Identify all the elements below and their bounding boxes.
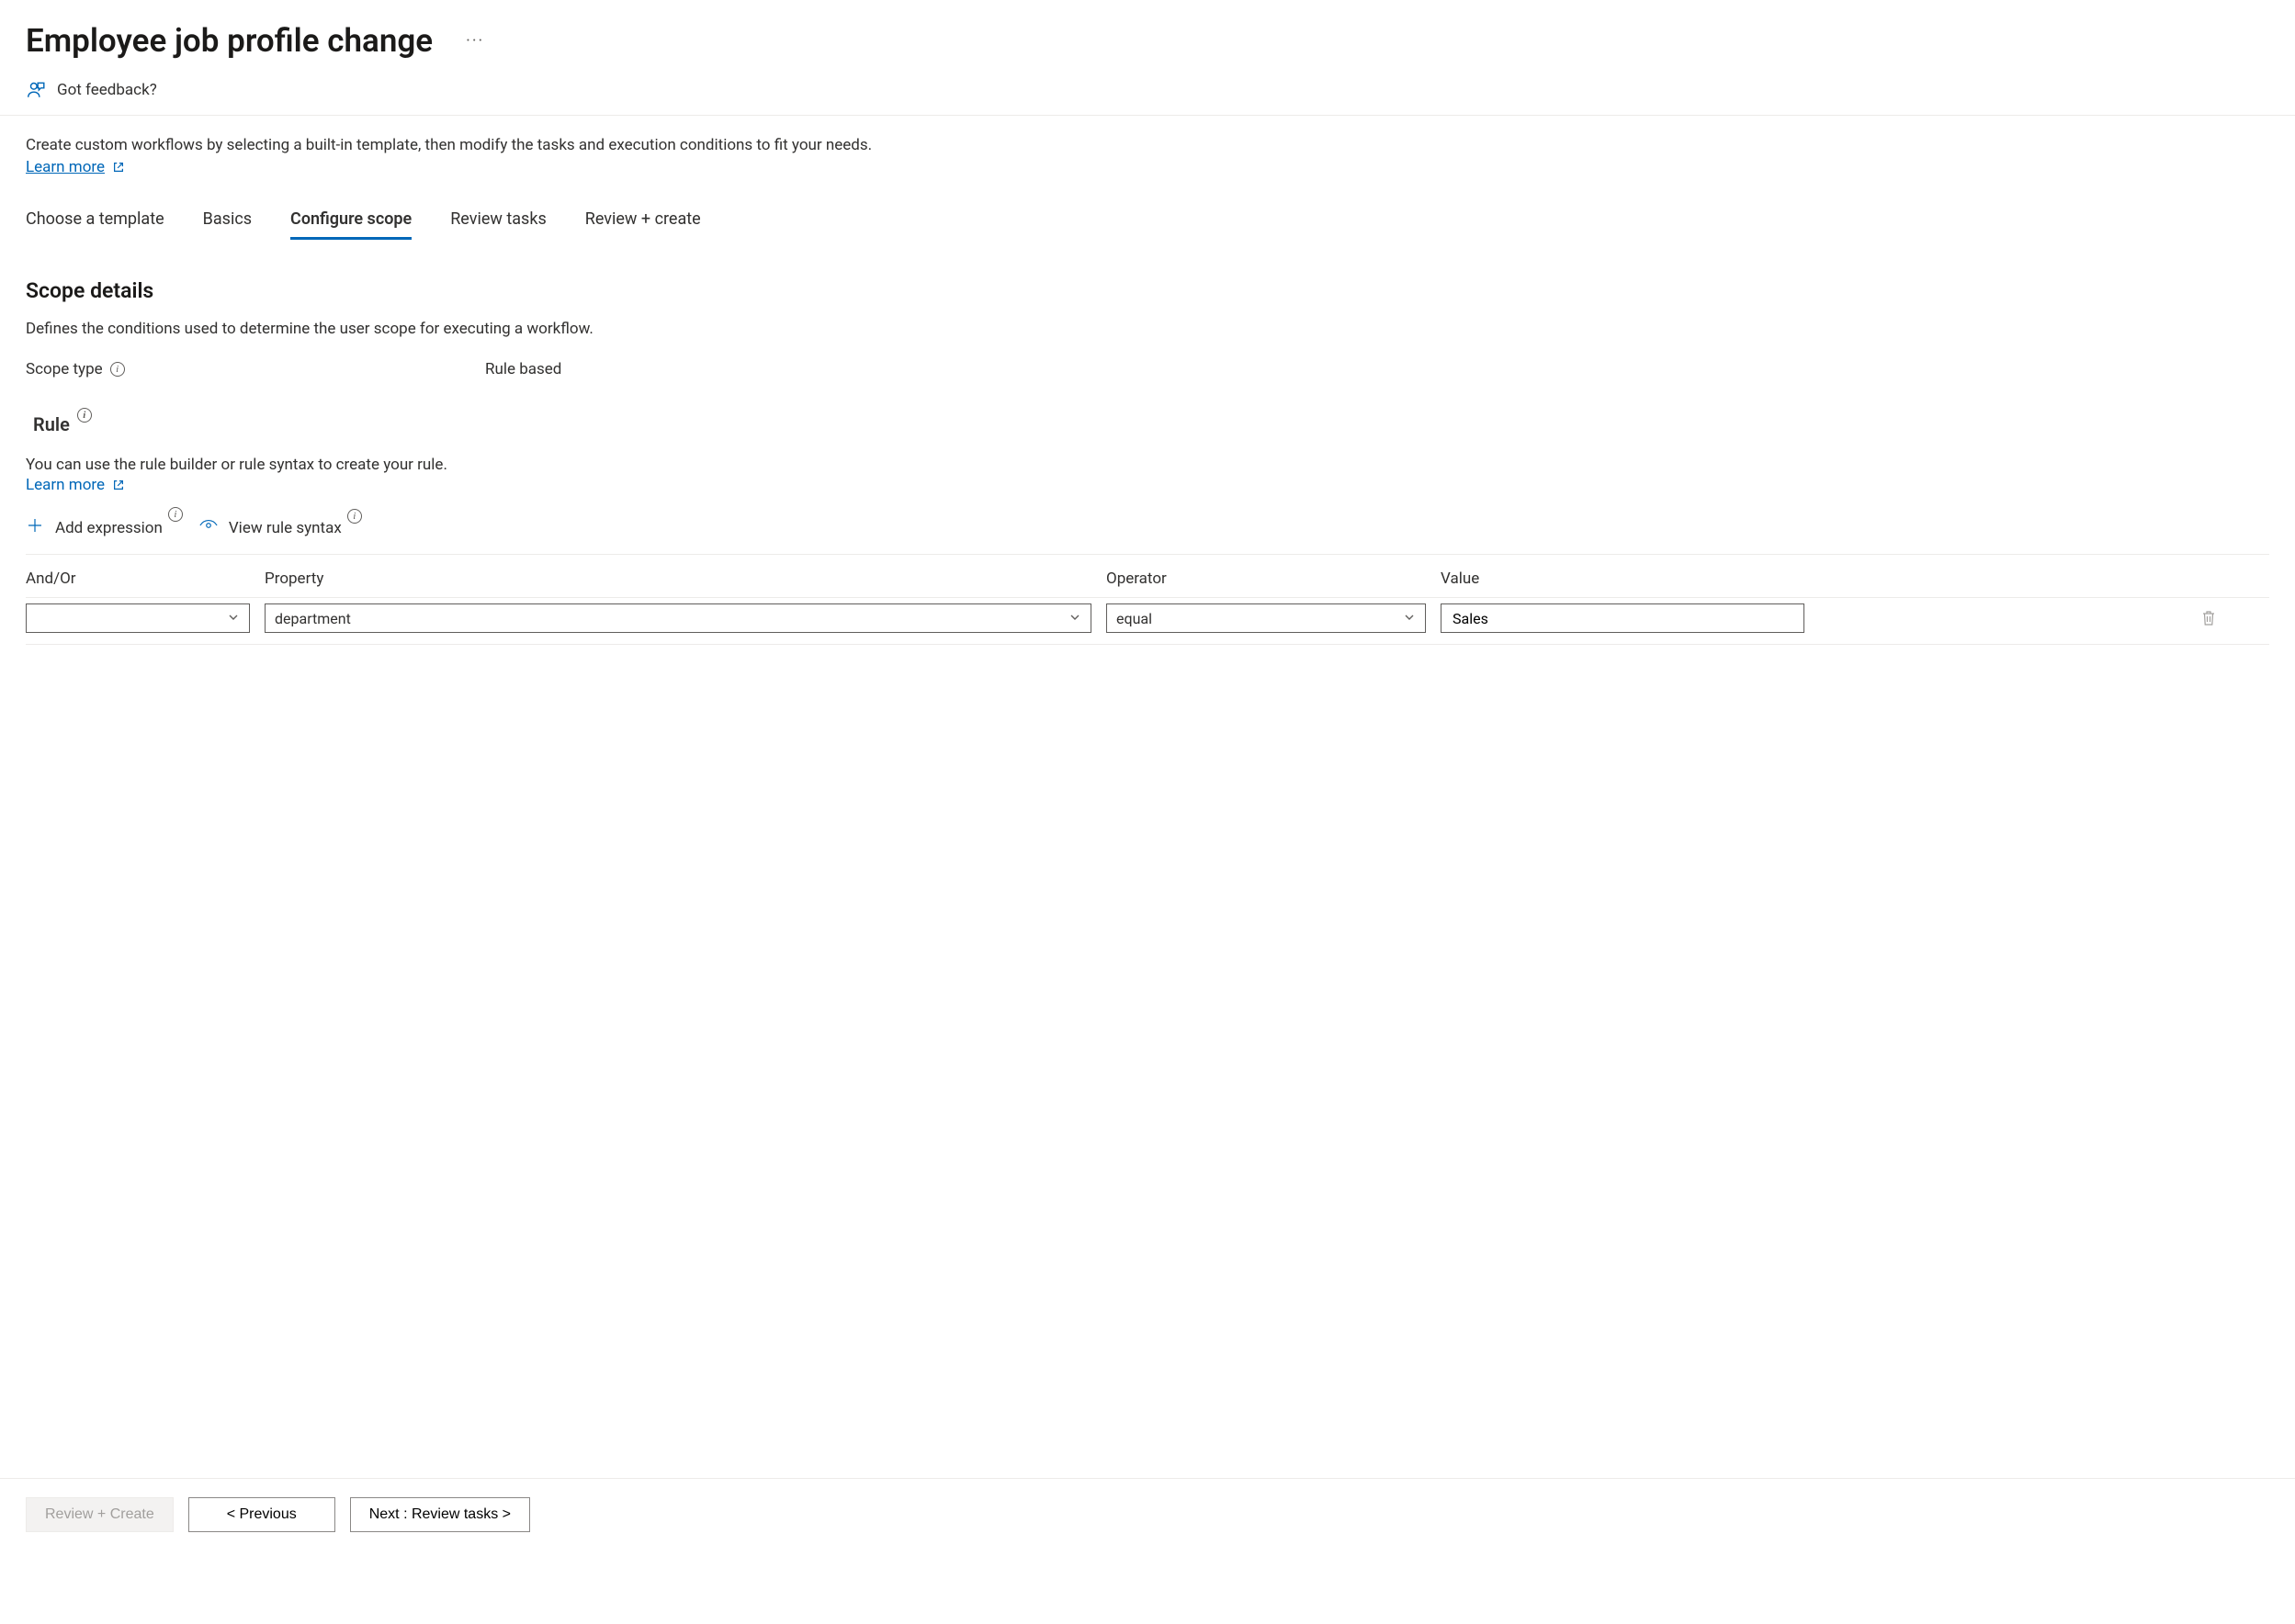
external-link-icon	[112, 161, 125, 174]
col-value: Value	[1441, 570, 2157, 588]
external-link-icon	[112, 479, 125, 491]
add-expression-button[interactable]: Add expression i	[26, 516, 163, 539]
rule-heading-text: Rule	[33, 413, 70, 435]
page-title: Employee job profile change	[26, 22, 433, 60]
value-input-wrapper	[1441, 603, 1804, 633]
trash-icon	[2200, 609, 2217, 627]
col-operator: Operator	[1106, 570, 1426, 588]
value-input[interactable]	[1451, 609, 1794, 628]
page-header: Employee job profile change ···	[0, 0, 2295, 71]
tab-basics[interactable]: Basics	[203, 209, 252, 238]
feedback-person-icon	[26, 80, 46, 100]
rule-grid-header-row: And/Or Property Operator Value	[26, 570, 2269, 597]
info-icon[interactable]: i	[168, 507, 183, 522]
more-actions-icon[interactable]: ···	[466, 31, 484, 51]
scope-type-label: Scope type i	[26, 360, 485, 378]
tab-review-create[interactable]: Review + create	[585, 209, 701, 238]
rule-description: You can use the rule builder or rule syn…	[26, 456, 2269, 474]
plus-icon	[26, 516, 44, 539]
intro-learn-more-label: Learn more	[26, 158, 105, 176]
eye-icon	[199, 518, 218, 537]
info-icon[interactable]: i	[110, 362, 125, 377]
info-icon[interactable]: i	[77, 408, 92, 423]
property-select[interactable]: department	[265, 603, 1091, 633]
chevron-down-icon	[227, 610, 240, 627]
previous-button[interactable]: < Previous	[188, 1497, 335, 1532]
wizard-footer: Review + Create < Previous Next : Review…	[0, 1478, 2295, 1551]
delete-row-button[interactable]	[2172, 609, 2245, 627]
next-button[interactable]: Next : Review tasks >	[350, 1497, 530, 1532]
property-value: department	[275, 610, 351, 627]
feedback-bar: Got feedback?	[0, 71, 2295, 116]
rule-heading: Rule i	[33, 413, 92, 435]
chevron-down-icon	[1403, 610, 1416, 627]
rule-learn-more-link[interactable]: Learn more	[26, 476, 125, 494]
scope-type-label-text: Scope type	[26, 360, 103, 378]
tab-configure-scope[interactable]: Configure scope	[290, 209, 412, 238]
info-icon[interactable]: i	[347, 509, 362, 524]
got-feedback-link[interactable]: Got feedback?	[26, 80, 157, 100]
col-andor: And/Or	[26, 570, 250, 588]
feedback-label: Got feedback?	[57, 81, 157, 99]
intro-text: Create custom workflows by selecting a b…	[26, 136, 2269, 154]
scope-details-description: Defines the conditions used to determine…	[26, 320, 2269, 338]
tab-choose-template[interactable]: Choose a template	[26, 209, 164, 238]
review-create-button: Review + Create	[26, 1497, 174, 1532]
rule-row: department equal	[26, 597, 2269, 645]
add-expression-label: Add expression	[55, 519, 163, 537]
view-rule-syntax-label: View rule syntax	[229, 519, 342, 537]
andor-select[interactable]	[26, 603, 250, 633]
rule-grid: And/Or Property Operator Value departmen…	[26, 570, 2269, 645]
wizard-tabs: Choose a template Basics Configure scope…	[26, 209, 2269, 238]
intro-learn-more-link[interactable]: Learn more	[26, 158, 125, 176]
chevron-down-icon	[1068, 610, 1081, 627]
rule-learn-more-label: Learn more	[26, 476, 105, 494]
operator-value: equal	[1116, 610, 1152, 627]
tab-review-tasks[interactable]: Review tasks	[450, 209, 547, 238]
operator-select[interactable]: equal	[1106, 603, 1426, 633]
col-property: Property	[265, 570, 1091, 588]
scope-type-value: Rule based	[485, 360, 561, 378]
view-rule-syntax-button[interactable]: View rule syntax i	[199, 518, 342, 537]
rule-toolbar: Add expression i View rule syntax i	[26, 516, 2269, 555]
scope-details-heading: Scope details	[26, 278, 2269, 303]
